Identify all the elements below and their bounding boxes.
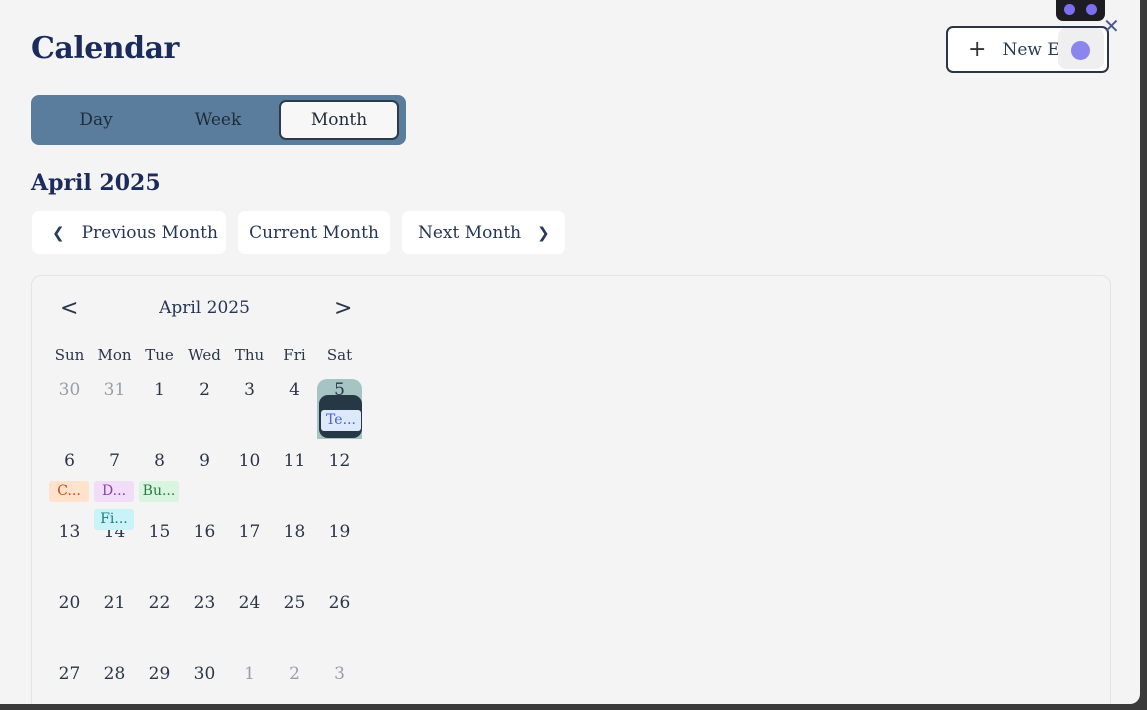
weekday-label: Fri (283, 346, 306, 364)
day-cell[interactable]: 6 (47, 451, 92, 471)
event-chip[interactable]: Bu... (139, 481, 179, 502)
day-cell[interactable]: 25 (272, 593, 317, 613)
view-month-button[interactable]: Month (279, 100, 399, 140)
day-cell[interactable]: 1 (137, 380, 182, 400)
day-cell[interactable]: 30 (47, 380, 92, 400)
weekday-label: Sat (326, 346, 353, 364)
assistant-bubble[interactable] (1058, 28, 1104, 69)
assistant-robot-icon[interactable] (1056, 0, 1105, 21)
calendar-modal: Calendar + New Ev ✕ Day Week Month April… (0, 0, 1140, 704)
chevron-right-icon: ❯ (537, 223, 550, 242)
robot-eye-icon (1086, 4, 1097, 15)
day-cell[interactable]: 18 (272, 522, 317, 542)
day-cell[interactable]: 30 (182, 664, 227, 684)
day-cell[interactable]: 8 (137, 451, 182, 471)
previous-month-label: Previous Month (81, 222, 218, 243)
current-month-button[interactable]: Current Month (238, 211, 390, 254)
day-cell[interactable]: 2 (272, 664, 317, 684)
day-cell[interactable]: 23 (182, 593, 227, 613)
day-cell[interactable]: 5 (317, 380, 362, 400)
day-cell[interactable]: 19 (317, 522, 362, 542)
day-cell[interactable]: 11 (272, 451, 317, 471)
next-month-button[interactable]: Next Month ❯ (402, 211, 565, 254)
next-month-label: Next Month (418, 222, 522, 243)
weekday-label: Thu (234, 346, 265, 364)
weekday-label: Tue (145, 346, 174, 364)
day-cell[interactable]: 26 (317, 593, 362, 613)
day-cell[interactable]: 2 (182, 380, 227, 400)
day-cell[interactable]: 22 (137, 593, 182, 613)
chevron-left-icon: ❮ (52, 223, 65, 242)
day-cell[interactable]: 29 (137, 664, 182, 684)
mini-next-month-icon[interactable]: > (334, 296, 352, 321)
page-title: Calendar (31, 31, 179, 66)
close-icon[interactable]: ✕ (1103, 14, 1120, 38)
event-chip[interactable]: Te... (321, 410, 361, 431)
mini-calendar: < April 2025 > Sun Mon Tue Wed Thu Fri Sat 30 3… (31, 275, 1111, 704)
day-cell[interactable]: 31 (92, 380, 137, 400)
weekday-label: Sun (54, 346, 85, 364)
view-week-button[interactable]: Week (158, 100, 278, 140)
current-month-label: Current Month (249, 222, 379, 243)
day-cell[interactable]: 4 (272, 380, 317, 400)
event-chip[interactable]: Fi... (94, 509, 134, 530)
day-cell[interactable]: 13 (47, 522, 92, 542)
day-cell[interactable]: 3 (227, 380, 272, 400)
day-cell[interactable]: 20 (47, 593, 92, 613)
event-chip[interactable]: D... (94, 481, 134, 502)
previous-month-button[interactable]: ❮ Previous Month (32, 211, 226, 254)
robot-eye-icon (1064, 4, 1075, 15)
assistant-dot-icon (1071, 41, 1090, 60)
month-heading: April 2025 (31, 170, 161, 196)
day-cell[interactable]: 21 (92, 593, 137, 613)
day-cell[interactable]: 24 (227, 593, 272, 613)
day-cell[interactable]: 12 (317, 451, 362, 471)
day-cell[interactable]: 16 (182, 522, 227, 542)
day-cell[interactable]: 28 (92, 664, 137, 684)
mini-calendar-title: April 2025 (159, 298, 250, 318)
plus-icon: + (968, 37, 987, 62)
day-cell[interactable]: 1 (227, 664, 272, 684)
day-cell[interactable]: 3 (317, 664, 362, 684)
day-cell[interactable]: 9 (182, 451, 227, 471)
day-cell[interactable]: 7 (92, 451, 137, 471)
day-cell[interactable]: 27 (47, 664, 92, 684)
weekday-label: Wed (188, 346, 221, 364)
day-cell[interactable]: 17 (227, 522, 272, 542)
view-day-button[interactable]: Day (36, 100, 156, 140)
view-switch: Day Week Month (31, 95, 406, 145)
day-cell[interactable]: 15 (137, 522, 182, 542)
weekday-label: Mon (97, 346, 132, 364)
event-chip[interactable]: C... (49, 481, 89, 502)
day-cell[interactable]: 10 (227, 451, 272, 471)
